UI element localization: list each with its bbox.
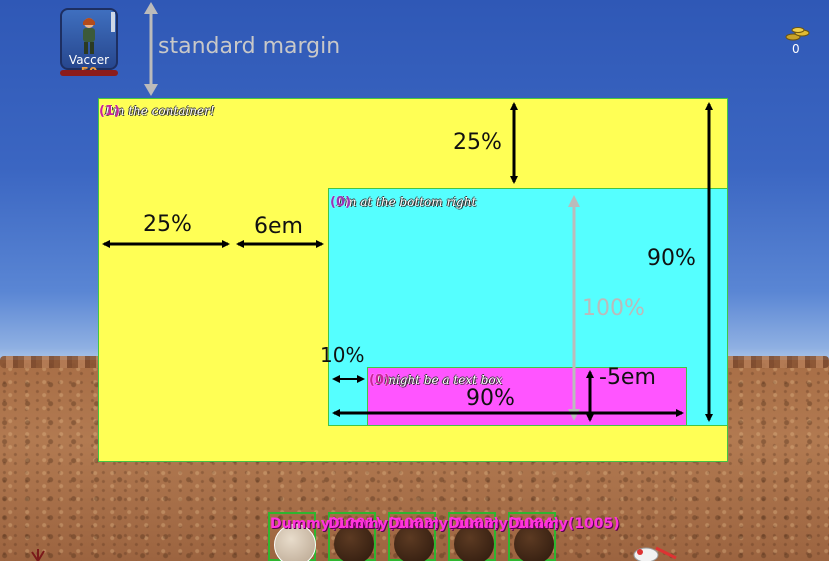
gold-coins-icon — [785, 27, 810, 41]
plant-icon — [31, 549, 45, 561]
bottom-right-tag: (0) — [330, 195, 351, 210]
text-box-title: I might be a text box — [376, 373, 503, 387]
dim-left-percent: 25% — [143, 212, 192, 237]
hero-portrait[interactable]: Vaccer 50 — [60, 8, 118, 78]
hero-figure-icon — [83, 18, 95, 54]
game-viewport: Vaccer 50 standard margin 0 I'm the cont… — [0, 0, 829, 561]
dim-textbox-left: 10% — [320, 343, 365, 367]
hero-staff-icon — [111, 12, 115, 32]
container-tag: (1) — [99, 104, 120, 119]
gold-count: 0 — [792, 42, 800, 56]
margin-label: standard margin — [158, 34, 341, 59]
text-box-tag: (0) — [369, 373, 390, 388]
tool-icon[interactable] — [626, 542, 682, 561]
dim-container-height: 90% — [647, 246, 696, 271]
dim-inner-height: 100% — [582, 296, 645, 321]
unit-bar: Dummy(1001) Dummy(1002) Dummy(1003) Dumm… — [268, 512, 620, 561]
dim-textbox-width: 90% — [466, 386, 515, 411]
dim-left-em: 6em — [254, 214, 303, 239]
dim-textbox-bottom: -5em — [599, 365, 656, 390]
unit-label: Dummy(1005) — [508, 516, 620, 532]
hero-health-bar — [60, 70, 118, 76]
bottom-right-title: I'm at the bottom right — [337, 195, 477, 209]
container-title: I'm the container! — [105, 104, 215, 118]
dim-container-top: 25% — [453, 130, 502, 155]
